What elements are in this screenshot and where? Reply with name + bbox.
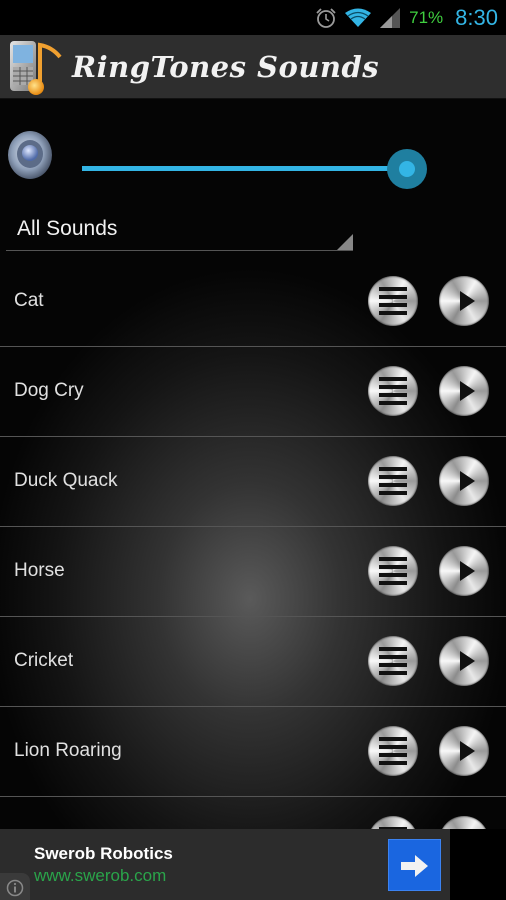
battery-percentage: 71% bbox=[409, 7, 444, 27]
menu-lines-icon bbox=[379, 287, 407, 315]
sound-options-button[interactable] bbox=[368, 636, 418, 686]
sound-options-button[interactable] bbox=[368, 276, 418, 326]
sound-name: Horse bbox=[14, 560, 65, 581]
play-button[interactable] bbox=[439, 276, 489, 326]
play-icon bbox=[460, 741, 475, 761]
spinner-corner-icon bbox=[337, 234, 353, 250]
sound-name: Cricket bbox=[14, 650, 74, 671]
sound-row[interactable]: Cat bbox=[0, 257, 506, 347]
app-title: RingTones Sounds bbox=[72, 49, 380, 84]
play-icon bbox=[460, 561, 475, 581]
status-bar: 71% 8:30 bbox=[0, 0, 506, 35]
signal-icon bbox=[380, 7, 401, 28]
menu-lines-icon bbox=[379, 737, 407, 765]
menu-lines-icon bbox=[379, 377, 407, 405]
title-bar: RingTones Sounds bbox=[0, 35, 506, 99]
main-content: All Sounds Cat Dog Cry Duck Quack Horse … bbox=[0, 99, 506, 829]
info-icon bbox=[6, 879, 24, 897]
volume-slider[interactable] bbox=[82, 147, 444, 191]
sound-row[interactable]: Duck Quack bbox=[0, 437, 506, 527]
slider-thumb[interactable] bbox=[399, 161, 415, 177]
play-button[interactable] bbox=[439, 546, 489, 596]
menu-lines-icon bbox=[379, 467, 407, 495]
sound-list: Cat Dog Cry Duck Quack Horse Cricket Lio… bbox=[0, 257, 506, 829]
slider-track[interactable] bbox=[82, 166, 407, 171]
sound-name: Duck Quack bbox=[14, 470, 118, 491]
play-button[interactable] bbox=[439, 636, 489, 686]
sound-options-button[interactable] bbox=[368, 816, 418, 829]
phone-music-note-icon bbox=[0, 35, 70, 99]
play-icon bbox=[460, 291, 475, 311]
ad-banner[interactable]: Swerob Robotics www.swerob.com bbox=[0, 829, 450, 900]
ad-go-button[interactable] bbox=[388, 839, 441, 891]
ad-title[interactable]: Swerob Robotics bbox=[34, 844, 173, 864]
play-button[interactable] bbox=[439, 456, 489, 506]
category-spinner[interactable]: All Sounds bbox=[6, 211, 353, 251]
sound-options-button[interactable] bbox=[368, 456, 418, 506]
sound-row[interactable]: Cricket bbox=[0, 617, 506, 707]
sound-row[interactable]: Lion Roaring bbox=[0, 707, 506, 797]
sound-name: Cat bbox=[14, 290, 44, 311]
speaker-icon bbox=[8, 131, 52, 179]
play-button[interactable] bbox=[439, 726, 489, 776]
category-selected: All Sounds bbox=[17, 217, 118, 240]
ad-info-button[interactable] bbox=[0, 873, 30, 900]
play-icon bbox=[460, 381, 475, 401]
sound-options-button[interactable] bbox=[368, 546, 418, 596]
ad-url[interactable]: www.swerob.com bbox=[34, 866, 166, 886]
menu-lines-icon bbox=[379, 557, 407, 585]
sound-row[interactable]: Horse bbox=[0, 527, 506, 617]
sound-options-button[interactable] bbox=[368, 366, 418, 416]
sound-options-button[interactable] bbox=[368, 726, 418, 776]
sound-row-partial[interactable] bbox=[0, 797, 506, 829]
sound-name: Lion Roaring bbox=[14, 740, 122, 761]
volume-row bbox=[0, 125, 506, 205]
wifi-icon bbox=[345, 8, 372, 27]
play-button[interactable] bbox=[439, 816, 489, 829]
ad-side-fill bbox=[450, 829, 506, 900]
play-button[interactable] bbox=[439, 366, 489, 416]
menu-lines-icon bbox=[379, 647, 407, 675]
clock: 8:30 bbox=[455, 4, 498, 30]
arrow-right-icon bbox=[401, 855, 428, 877]
sound-row[interactable]: Dog Cry bbox=[0, 347, 506, 437]
play-icon bbox=[460, 471, 475, 491]
play-icon bbox=[460, 651, 475, 671]
alarm-icon bbox=[316, 7, 336, 28]
sound-name: Dog Cry bbox=[14, 380, 84, 401]
